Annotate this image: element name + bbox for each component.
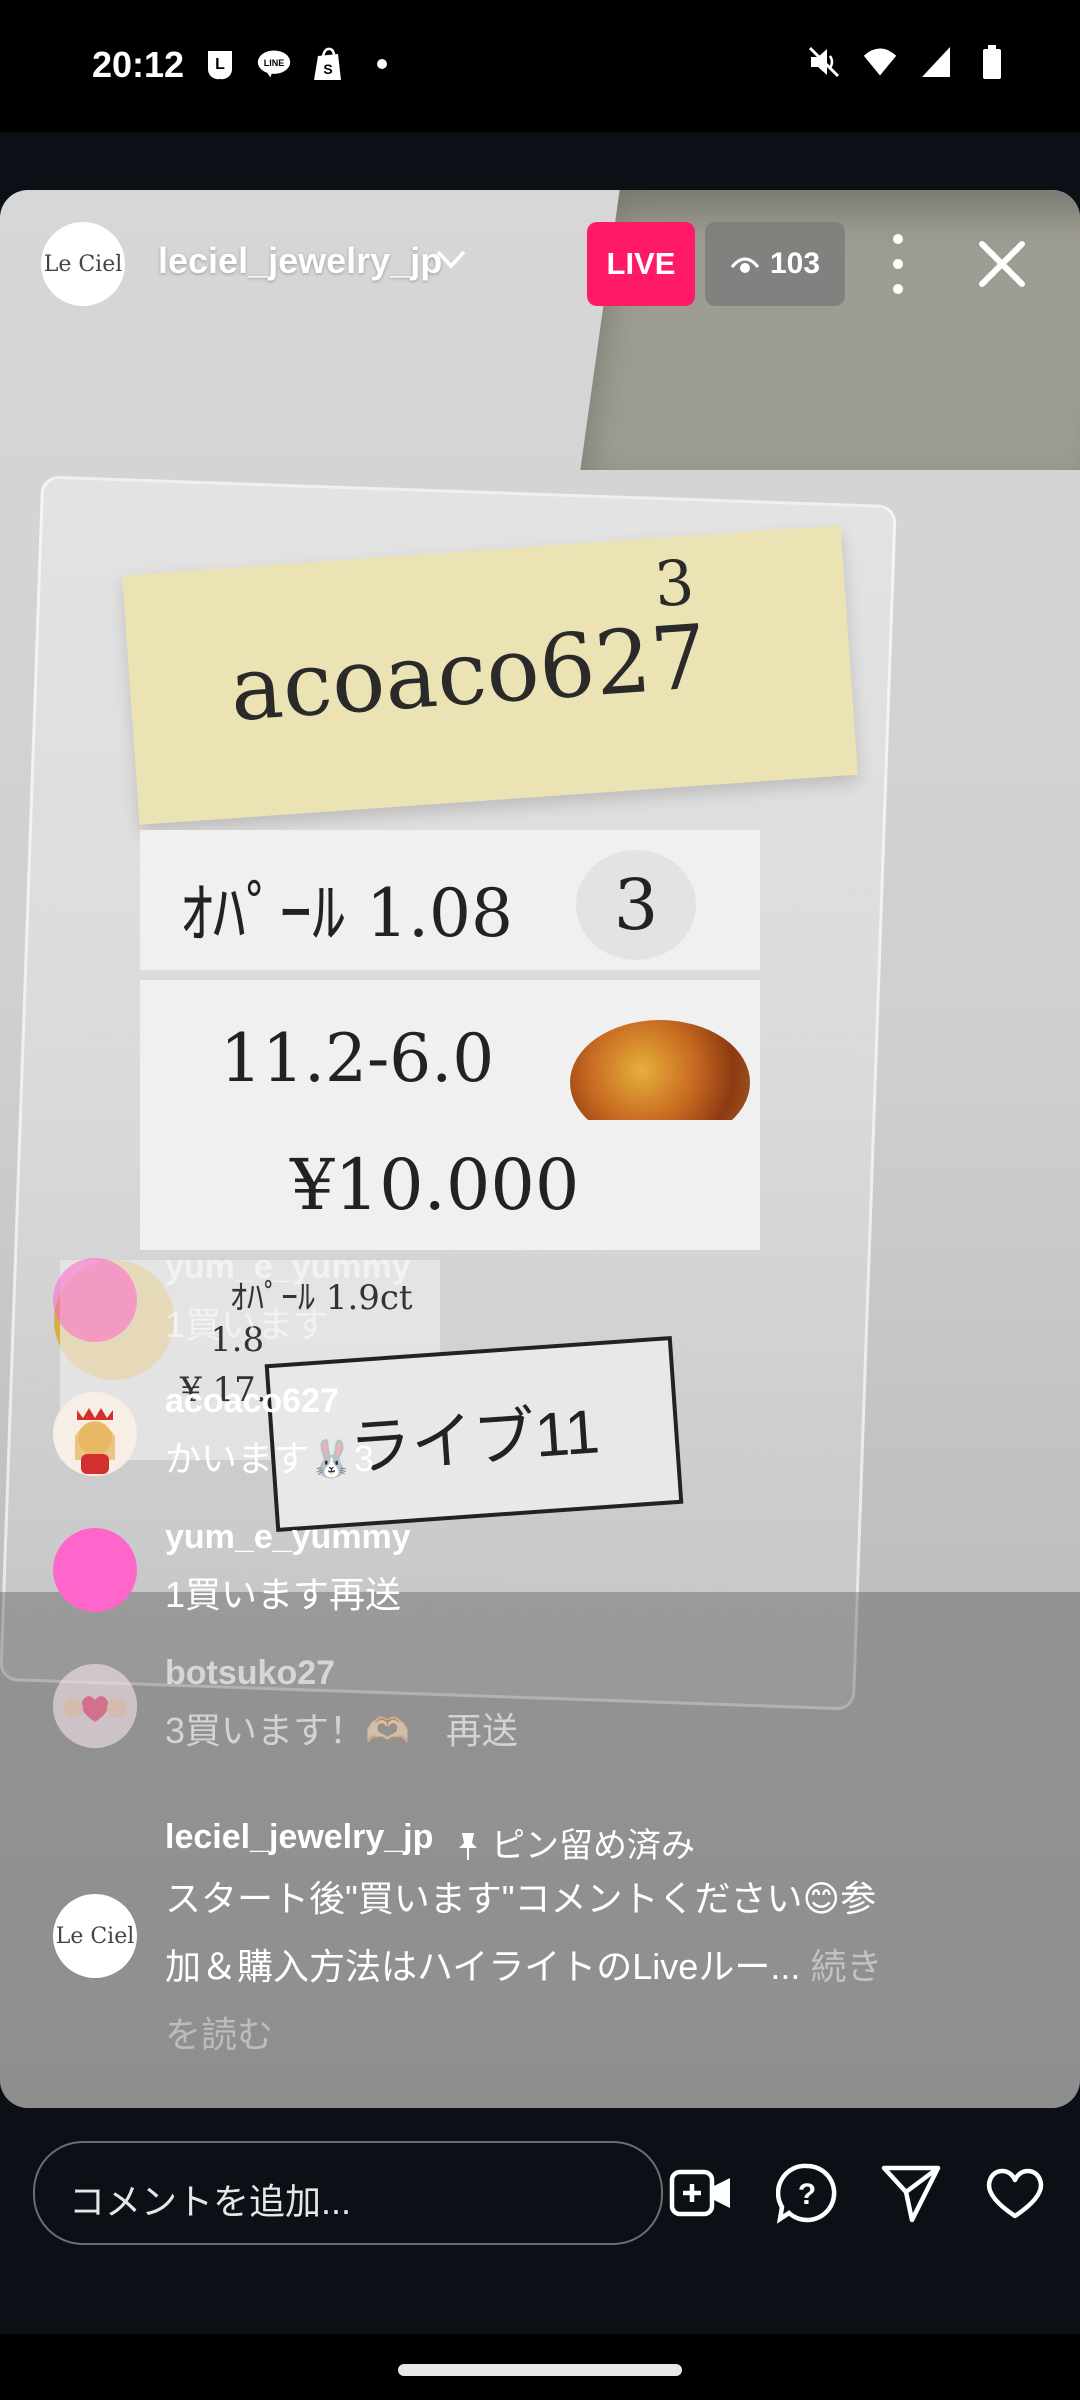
read-more-link-cont[interactable]: を読む	[165, 2006, 273, 2058]
product-size-text: 11.2-6.0	[220, 1020, 495, 1097]
pinned-avatar-text: Le Ciel	[55, 1923, 135, 1949]
system-icons	[806, 44, 1010, 80]
viewer-count: 103	[769, 247, 821, 280]
read-more-link[interactable]: 続き	[810, 1946, 882, 1987]
product-card-price: ¥10.000	[140, 1120, 760, 1250]
home-indicator[interactable]	[398, 2364, 682, 2376]
pinned-comment-line2: 加＆購入方法はハイライトのLiveルー...	[165, 1946, 801, 1987]
notification-icons: L LINE S	[202, 46, 400, 82]
comment-username[interactable]: yum_e_yummy	[165, 1248, 411, 1287]
comment-username[interactable]: acoaco627	[165, 1382, 339, 1421]
pinned-comment-username[interactable]: leciel_jewelry_jp	[165, 1818, 433, 1857]
live-stream-view[interactable]: acoaco627 3 ｵﾊﾟｰﾙ 1.08 3 11.2-6.0 ¥10.00…	[0, 190, 1080, 2108]
wifi-icon	[862, 44, 898, 80]
comment-username[interactable]: botsuko27	[165, 1654, 335, 1693]
pin-icon	[459, 1833, 477, 1860]
question-icon[interactable]: ?	[775, 2162, 838, 2224]
status-bar: 20:12 L LINE S	[0, 0, 1080, 132]
battery-icon	[974, 44, 1010, 80]
comment-input[interactable]: コメントを追加...	[33, 2141, 663, 2245]
line-chat-icon: LINE	[256, 46, 292, 82]
comment-avatar[interactable]	[53, 1258, 137, 1342]
comment-username[interactable]: yum_e_yummy	[165, 1518, 411, 1557]
comment-text: かいます🐰3	[165, 1438, 374, 1479]
live-badge: LIVE	[587, 222, 695, 306]
comment-placeholder: コメントを追加...	[69, 2181, 352, 2222]
eye-icon	[730, 257, 760, 273]
pinned-tag: ピン留め済み	[457, 1818, 695, 1867]
name-note: acoaco627 3	[122, 525, 858, 825]
product-number-sticker: 3	[576, 850, 696, 960]
note-number: 3	[652, 545, 697, 622]
svg-text:LINE: LINE	[264, 58, 285, 68]
shopify-icon: S	[310, 46, 346, 82]
more-options-icon[interactable]	[880, 234, 916, 294]
pinned-tag-text: ピン留め済み	[491, 1827, 695, 1865]
heart-icon[interactable]	[984, 2162, 1046, 2224]
comment-avatar[interactable]	[53, 1528, 137, 1612]
host-avatar-text: Le Ciel	[43, 251, 123, 277]
status-time: 20:12	[92, 44, 185, 85]
host-avatar[interactable]: Le Ciel	[41, 222, 125, 306]
signal-icon	[918, 44, 954, 80]
comment-avatar[interactable]	[53, 1664, 137, 1748]
host-username[interactable]: leciel_jewelry_jp	[158, 240, 442, 282]
product-price-text: ¥10.000	[290, 1144, 580, 1226]
product-card-name: ｵﾊﾟｰﾙ 1.08 3	[140, 830, 760, 970]
comment-avatar[interactable]	[53, 1392, 137, 1476]
mute-icon	[806, 44, 842, 80]
comment-text: 1買います	[165, 1304, 330, 1345]
svg-text:?: ?	[798, 2178, 816, 2211]
note-handwriting: acoaco627	[226, 604, 711, 742]
send-icon[interactable]	[880, 2162, 942, 2224]
pinned-comment-line: スタート後"買います"コメントください😊参	[165, 1878, 877, 1919]
svg-text:S: S	[323, 61, 332, 77]
product-name-text: ｵﾊﾟｰﾙ 1.08	[180, 875, 513, 952]
line-icon: L	[202, 46, 238, 82]
comment-text: 1買います再送	[165, 1574, 402, 1615]
comment-text: 3買います！🫶🏻 再送	[165, 1710, 518, 1751]
svg-text:L: L	[215, 56, 225, 73]
viewer-count-badge[interactable]: 103	[705, 222, 845, 306]
add-video-icon[interactable]	[668, 2162, 730, 2224]
pinned-comment-line: 加＆購入方法はハイライトのLiveルー... 続き	[165, 1938, 882, 1990]
pinned-comment-avatar[interactable]: Le Ciel	[53, 1894, 137, 1978]
chevron-down-icon[interactable]	[434, 242, 468, 281]
dot-icon	[364, 46, 400, 82]
close-icon[interactable]	[972, 234, 1032, 294]
